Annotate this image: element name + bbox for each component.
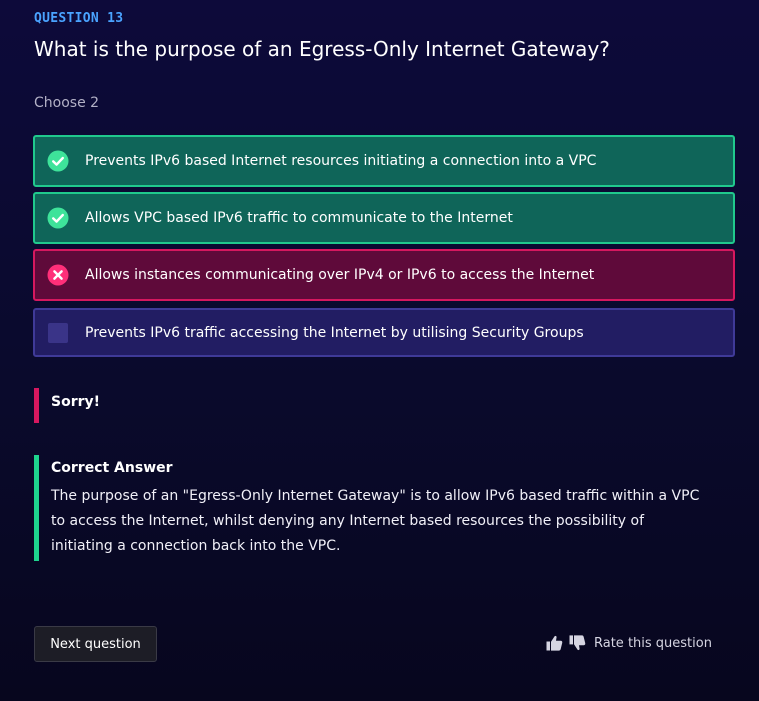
rate-question: Rate this question: [545, 633, 712, 653]
thumbs-up-icon[interactable]: [545, 634, 563, 652]
answer-option-3[interactable]: Allows instances communicating over IPv4…: [33, 249, 735, 301]
correct-answer-panel: Correct Answer The purpose of an "Egress…: [34, 455, 714, 561]
question-text: What is the purpose of an Egress-Only In…: [34, 37, 610, 61]
choose-instruction: Choose 2: [34, 95, 100, 111]
checkbox-icon: [47, 322, 69, 344]
check-circle-icon: [47, 150, 69, 172]
correct-answer-explanation: The purpose of an "Egress-Only Internet …: [51, 488, 700, 554]
answer-option-1[interactable]: Prevents IPv6 based Internet resources i…: [33, 135, 735, 187]
answer-option-2[interactable]: Allows VPC based IPv6 traffic to communi…: [33, 192, 735, 244]
answer-option-label: Prevents IPv6 based Internet resources i…: [85, 153, 597, 169]
result-feedback: Sorry!: [34, 388, 100, 423]
answer-option-label: Prevents IPv6 traffic accessing the Inte…: [85, 324, 584, 341]
x-circle-icon: [47, 264, 69, 286]
answer-option-label: Allows instances communicating over IPv4…: [85, 267, 595, 283]
answer-option-label: Allows VPC based IPv6 traffic to communi…: [85, 210, 513, 226]
thumbs-down-icon[interactable]: [568, 634, 586, 652]
question-number: QUESTION 13: [34, 11, 124, 26]
result-text: Sorry!: [51, 394, 101, 410]
answer-option-4[interactable]: Prevents IPv6 traffic accessing the Inte…: [33, 308, 735, 357]
check-circle-icon: [47, 207, 69, 229]
rate-question-label[interactable]: Rate this question: [594, 636, 712, 651]
correct-answer-title: Correct Answer: [51, 460, 173, 476]
next-question-button[interactable]: Next question: [34, 626, 157, 662]
